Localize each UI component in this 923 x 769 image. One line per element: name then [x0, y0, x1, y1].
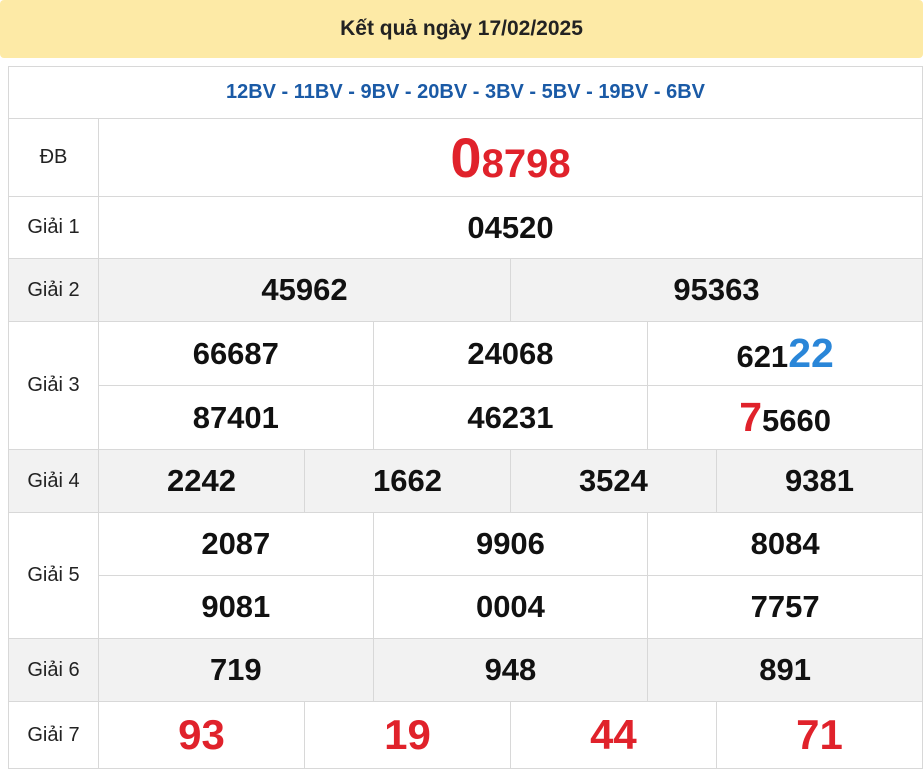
prize-6-number: 948: [372, 638, 649, 702]
prize-2-number: 95363: [509, 258, 923, 322]
label-g7: Giải 7: [8, 701, 99, 769]
prize-5-number: 7757: [647, 575, 923, 639]
prize-3-highlight-digit: 7: [739, 394, 763, 440]
label-db: ĐB: [8, 118, 99, 197]
prize-7-number: 19: [303, 701, 511, 769]
results-table: 12BV - 11BV - 9BV - 20BV - 3BV - 5BV - 1…: [8, 66, 923, 769]
prize-1-number: 04520: [98, 196, 923, 259]
prize-2-number: 45962: [98, 258, 511, 322]
prize-5-number: 9081: [98, 575, 374, 639]
prize-5-number: 0004: [372, 575, 649, 639]
prize-4-number: 2242: [98, 449, 305, 513]
prize-3-suffix: 5660: [762, 403, 832, 438]
prize-7-number: 44: [509, 701, 717, 769]
prize-3-highlight-digits: 22: [788, 330, 834, 376]
prize-3-number: 24068: [372, 321, 649, 386]
label-g4: Giải 4: [8, 449, 99, 513]
special-prize: 08798: [98, 118, 923, 197]
prize-7-number: 71: [715, 701, 923, 769]
label-g3: Giải 3: [8, 321, 99, 450]
prize-5-number: 2087: [98, 512, 374, 576]
label-g6: Giải 6: [8, 638, 99, 702]
prize-3-number: 62122: [647, 321, 923, 386]
prize-6-number: 719: [98, 638, 374, 702]
results-table-wrap: 12BV - 11BV - 9BV - 20BV - 3BV - 5BV - 1…: [8, 66, 923, 769]
label-g1: Giải 1: [8, 196, 99, 259]
special-prize-rest-digits: 8798: [481, 142, 571, 186]
prize-3-prefix: 621: [736, 339, 789, 374]
special-prize-first-digit: 0: [450, 126, 482, 189]
prize-4-number: 1662: [303, 449, 511, 513]
prize-3-number: 87401: [98, 385, 374, 450]
prize-6-number: 891: [647, 638, 923, 702]
prize-4-number: 9381: [715, 449, 923, 513]
prize-5-number: 9906: [372, 512, 649, 576]
label-g2: Giải 2: [8, 258, 99, 322]
ticket-codes: 12BV - 11BV - 9BV - 20BV - 3BV - 5BV - 1…: [8, 66, 923, 119]
results-header: Kết quả ngày 17/02/2025: [0, 0, 923, 58]
prize-5-number: 8084: [647, 512, 923, 576]
label-g5: Giải 5: [8, 512, 99, 639]
results-title: Kết quả ngày 17/02/2025: [340, 17, 583, 40]
prize-3-number: 46231: [372, 385, 649, 450]
prize-3-number: 75660: [647, 385, 923, 450]
prize-7-number: 93: [98, 701, 305, 769]
prize-3-number: 66687: [98, 321, 374, 386]
prize-4-number: 3524: [509, 449, 717, 513]
